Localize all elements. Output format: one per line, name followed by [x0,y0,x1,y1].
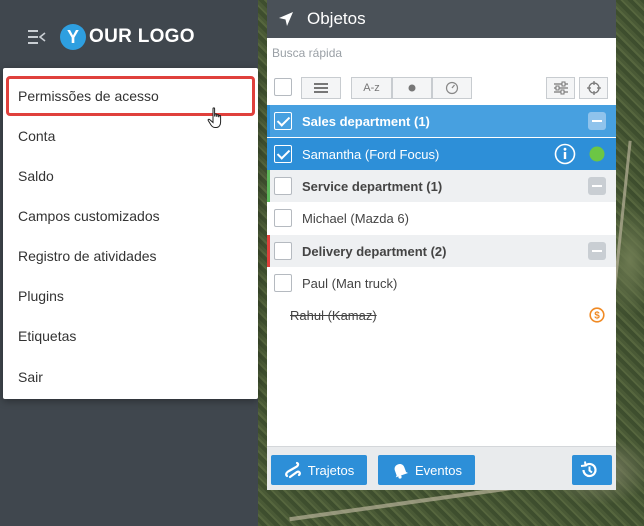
object-name: Rahul (Kamaz) [290,307,377,323]
object-row-samantha[interactable]: Samantha (Ford Focus) [267,138,616,170]
group-name: Delivery department (2) [302,243,447,259]
online-status-icon [589,146,605,162]
collapse-group-button[interactable] [588,177,606,195]
quick-search-input[interactable] [272,46,572,60]
filter-settings-button[interactable] [546,77,575,99]
select-all-checkbox[interactable] [274,78,292,96]
group-checkbox[interactable] [274,177,292,195]
group-name: Sales department (1) [302,113,430,129]
crosshair-icon [586,81,601,95]
group-checkbox[interactable] [274,242,292,260]
menu-item-tags[interactable]: Etiquetas [3,316,258,356]
menu-item-custom-fields[interactable]: Campos customizados [3,196,258,236]
menu-item-plugins[interactable]: Plugins [3,276,258,316]
events-label: Eventos [415,462,462,478]
objects-panel-header: Objetos [267,0,616,38]
menu-item-label: Saldo [18,168,54,184]
tracks-button[interactable]: Trajetos [271,455,367,485]
group-color-stripe [267,170,270,202]
object-row-paul[interactable]: Paul (Man truck) [267,267,616,299]
sidebar: Y OUR LOGO Permissões de acesso Conta Sa… [0,0,258,526]
logo-mark: Y [60,24,86,50]
object-name: Samantha (Ford Focus) [302,146,440,162]
collapse-group-button[interactable] [588,112,606,130]
group-color-stripe [267,235,270,267]
object-name: Michael (Mazda 6) [302,210,409,226]
sliders-icon [553,81,568,95]
menu-item-label: Registro de atividades [18,248,157,264]
object-checkbox[interactable] [274,145,292,163]
quick-search [267,38,616,68]
menu-item-balance[interactable]: Saldo [3,156,258,196]
objects-toolbar: A-z [267,68,616,104]
group-row-service[interactable]: Service department (1) [267,170,616,202]
group-view-button[interactable] [301,77,341,99]
dot-icon [408,84,416,92]
sort-label: A-z [363,82,380,94]
menu-item-label: Conta [18,128,56,144]
collapse-group-button[interactable] [588,242,606,260]
sort-speed-button[interactable] [432,77,472,99]
menu-item-activity-log[interactable]: Registro de atividades [3,236,258,276]
logo-row: Y OUR LOGO [28,22,195,52]
group-row-sales[interactable]: Sales department (1) [267,105,616,137]
tracks-label: Trajetos [307,462,355,478]
route-icon [284,461,301,479]
history-button[interactable] [572,455,612,485]
objects-panel: Objetos A-z Sales department (1) Samanth… [267,0,616,490]
objects-panel-title: Objetos [307,9,366,28]
group-color-stripe [267,105,270,137]
menu-item-logout[interactable]: Sair [3,357,258,397]
navigation-arrow-icon [279,12,293,26]
object-name: Paul (Man truck) [302,275,398,291]
hand-cursor-icon [207,107,222,128]
svg-text:$: $ [594,311,600,322]
menu-item-label: Permissões de acesso [18,88,159,104]
group-row-delivery[interactable]: Delivery department (2) [267,235,616,267]
logo-text: OUR LOGO [89,26,195,47]
object-row-rahul[interactable]: Rahul (Kamaz) $ [267,299,616,331]
objects-panel-footer: Trajetos Eventos [267,446,616,490]
events-button[interactable]: Eventos [378,455,475,485]
bell-icon [394,463,408,479]
dollar-icon[interactable]: $ [589,307,605,323]
speedometer-icon [445,81,459,95]
locate-button[interactable] [579,77,608,99]
sort-status-button[interactable] [392,77,432,99]
menu-item-label: Sair [18,369,43,385]
list-icon [314,83,328,93]
object-checkbox[interactable] [274,209,292,227]
menu-collapse-icon[interactable] [28,30,46,44]
menu-item-label: Etiquetas [18,328,77,344]
object-row-michael[interactable]: Michael (Mazda 6) [267,202,616,234]
object-checkbox[interactable] [274,274,292,292]
history-icon [580,461,597,478]
group-checkbox[interactable] [274,112,292,130]
sort-alphabetical-button[interactable]: A-z [351,77,392,99]
menu-item-label: Campos customizados [18,208,160,224]
info-icon[interactable] [554,143,576,165]
group-name: Service department (1) [302,178,443,194]
menu-item-label: Plugins [18,288,64,304]
